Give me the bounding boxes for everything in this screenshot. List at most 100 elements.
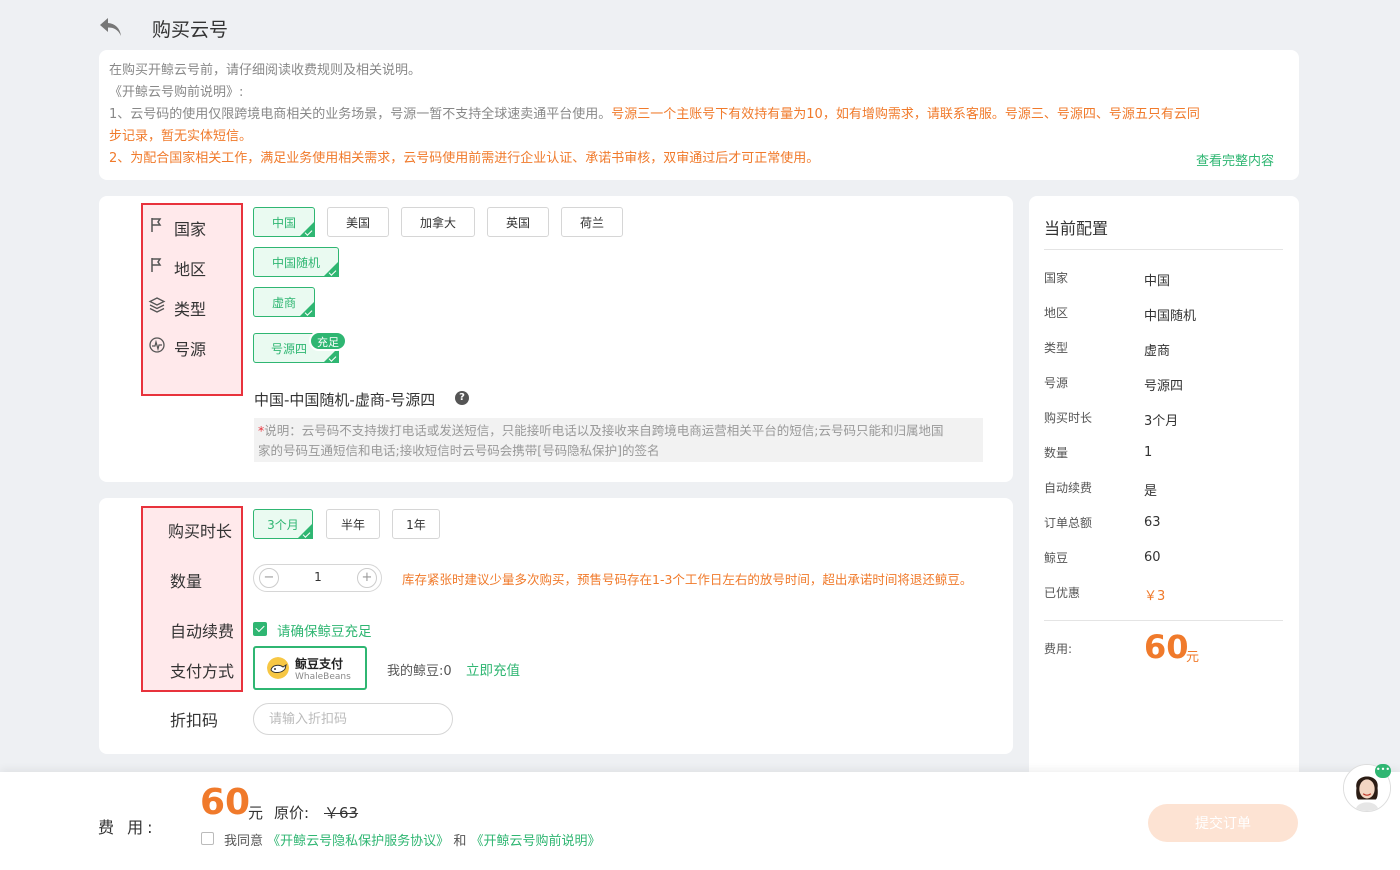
agree-checkbox[interactable] [201,832,214,845]
option-label: 加拿大 [419,215,456,230]
fee-key: 费用: [1044,642,1073,656]
duration-option-half-year[interactable]: 半年 [326,509,380,539]
auto-renew-label: 自动续费 [170,622,235,641]
notice-line: 1、云号码的使用仅限跨境电商相关的业务场景，号源一暂不支持全球速卖通平台使用。号… [109,104,1285,126]
divider [1044,249,1283,250]
option-label: 3个月 [267,517,299,532]
option-label: 号源四 [270,341,307,356]
privacy-agreement-link[interactable]: 《开鲸云号隐私保护服务协议》 [267,834,449,849]
option-label: 荷兰 [579,215,604,230]
signal-icon [149,337,165,353]
region-option-china-random[interactable]: 中国随机 [253,247,339,277]
current-config-panel: 当前配置 国家 中国 地区 中国随机 类型 虚商 号源 号源四 购买时长 3个月… [1029,196,1299,786]
option-label: 半年 [340,517,365,532]
increment-button[interactable]: + [357,568,377,588]
config-key: 国家 [1044,271,1069,285]
config-key: 鲸豆 [1044,551,1069,565]
purchase-notice-link[interactable]: 《开鲸云号购前说明》 [470,834,600,849]
notice-text: 1、云号码的使用仅限跨境电商相关的业务场景，号源一暂不支持全球速卖通平台使用。 [109,107,612,122]
quantity-value[interactable]: 1 [294,570,342,584]
quantity-tip: 库存紧张时建议少量多次购买，预售号码存在1-3个工作日左右的放号时间，超出承诺时… [402,572,973,587]
pay-title: 鲸豆支付 [295,657,344,671]
flag-icon [151,258,162,272]
chat-bubble-icon: ••• [1375,764,1391,778]
beans-balance: 我的鲸豆:0 [387,664,452,679]
config-value: 是 [1144,484,1158,499]
decrement-button[interactable]: − [259,568,279,588]
submit-order-button[interactable]: 提交订单 [1148,804,1298,842]
description-text: 说明：云号码不支持拨打电话或发送短信，只能接听电话以及接收来自跨境电商运营相关平… [264,423,944,438]
whalebeans-pay-option[interactable]: 鲸豆支付 WhaleBeans [253,646,367,690]
notice-line: 在购买开鲸云号前，请仔细阅读收费规则及相关说明。 [109,63,422,78]
notice-warning: 号源三一个主账号下有效持有量为10，如有增购需求，请联系客服。号源三、号源四、号… [611,107,1200,122]
quantity-stepper: − 1 + [253,564,382,592]
whale-logo-icon [267,657,289,679]
config-value: 60 [1144,550,1161,565]
description-box: *说明：云号码不支持拨打电话或发送短信，只能接听电话以及接收来自跨境电商运营相关… [254,418,983,462]
discount-code-input[interactable] [253,703,453,735]
notice-warning: 2、为配合国家相关工作，满足业务使用相关需求，云号码使用前需进行企业认证、承诺书… [109,151,820,166]
footer-price: 60 [200,782,251,823]
notice-warning: 步记录，暂无实体短信。 [109,129,253,144]
agreement-text: 我同意 《开鲸云号隐私保护服务协议》 和 《开鲸云号购前说明》 [224,830,600,849]
auto-renew-checkbox[interactable] [253,622,267,636]
fee-unit: 元 [1186,650,1200,665]
country-option-netherlands[interactable]: 荷兰 [561,207,623,237]
pay-subtitle: WhaleBeans [295,672,351,682]
country-option-china[interactable]: 中国 [253,207,315,237]
config-value: 虚商 [1144,344,1171,359]
type-option-virtual[interactable]: 虚商 [253,287,315,317]
config-key: 类型 [1044,341,1069,355]
config-key: 号源 [1044,376,1069,390]
footer-unit: 元 [248,804,264,822]
view-full-link[interactable]: 查看完整内容 [1196,150,1274,169]
config-value: 3个月 [1144,414,1179,429]
config-value: 1 [1144,445,1153,460]
country-option-usa[interactable]: 美国 [327,207,389,237]
option-label: 中国随机 [271,255,320,270]
country-option-uk[interactable]: 英国 [487,207,549,237]
source-label: 号源 [174,340,207,359]
discount-value: ￥3 [1144,589,1166,604]
region-label: 地区 [174,260,207,279]
help-icon[interactable]: ? [455,391,469,405]
config-key: 地区 [1044,306,1069,320]
config-value: 中国随机 [1144,309,1197,324]
flag-icon [151,218,162,232]
back-arrow-icon[interactable] [98,16,124,38]
duration-option-1y[interactable]: 1年 [392,509,440,539]
option-label: 1年 [406,517,426,532]
side-title: 当前配置 [1044,219,1109,238]
option-label: 英国 [505,215,530,230]
original-price: ￥63 [324,804,359,822]
config-key: 订单总额 [1044,516,1093,530]
duration-label: 购买时长 [168,522,233,541]
duration-option-3m[interactable]: 3个月 [253,509,313,539]
discount-label: 折扣码 [170,711,219,730]
agree-prefix: 我同意 [224,834,264,849]
description-line: *说明：云号码不支持拨打电话或发送短信，只能接听电话以及接收来自跨境电商运营相关… [258,421,979,441]
country-option-canada[interactable]: 加拿大 [401,207,475,237]
option-label: 美国 [345,215,370,230]
layers-icon [148,297,166,313]
config-key: 购买时长 [1044,411,1093,425]
notice-panel: 在购买开鲸云号前，请仔细阅读收费规则及相关说明。 《开鲸云号购前说明》: 1、云… [99,50,1299,180]
config-key: 自动续费 [1044,481,1093,495]
footer-bar: 费 用: 60 元 原价: ￥63 我同意 《开鲸云号隐私保护服务协议》 和 《… [0,772,1400,870]
notice-line: 《开鲸云号购前说明》: [109,85,244,100]
original-price-label: 原价: [274,804,310,822]
config-summary: 中国-中国随机-虚商-号源四 [254,391,436,409]
quantity-label: 数量 [170,572,203,591]
country-label: 国家 [174,220,207,239]
stock-badge: 充足 [309,331,347,351]
config-value: 号源四 [1144,379,1184,394]
type-label: 类型 [174,300,207,319]
option-label: 中国 [271,215,296,230]
config-key: 已优惠 [1044,586,1081,600]
config-key: 数量 [1044,446,1069,460]
agree-and: 和 [453,834,467,849]
footer-fee-label: 费 用: [98,818,157,837]
auto-renew-text: 请确保鲸豆充足 [277,624,372,640]
recharge-link[interactable]: 立即充值 [466,659,520,679]
payment-label: 支付方式 [170,662,235,681]
